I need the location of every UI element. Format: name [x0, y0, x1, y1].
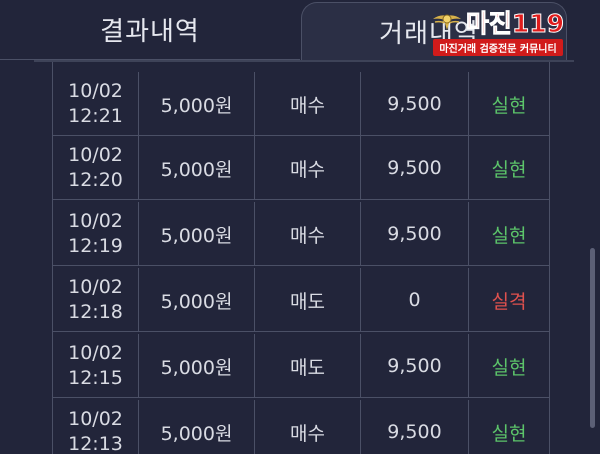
cell-datetime: 10/02 12:13 [53, 400, 139, 454]
cell-price: 0 [361, 268, 469, 332]
cell-amount: 5,000원 [139, 136, 255, 200]
cell-result: 실현 [491, 356, 527, 379]
cell-price: 9,500 [361, 334, 469, 398]
table-row[interactable]: 10/02 12:19 5,000원 매수 9,500 실현 [53, 202, 549, 266]
cell-time: 12:19 [68, 235, 123, 257]
table-row[interactable]: 10/02 12:21 5,000원 매수 9,500 실현 [53, 72, 549, 136]
cell-result: 실현 [491, 94, 527, 117]
cell-datetime: 10/02 12:20 [53, 136, 139, 200]
police-emblem-icon [432, 14, 461, 30]
cell-trade-type: 매수 [255, 202, 361, 266]
cell-date: 10/02 [68, 276, 123, 298]
cell-result: 실현 [491, 224, 527, 247]
cell-result: 실현 [491, 158, 527, 181]
cell-result: 실현 [491, 422, 527, 445]
cell-date: 10/02 [68, 210, 123, 232]
scrollbar-thumb[interactable] [590, 248, 595, 428]
cell-date: 10/02 [68, 144, 123, 166]
cell-time: 12:20 [68, 169, 123, 191]
cell-datetime: 10/02 12:15 [53, 334, 139, 398]
cell-time: 12:21 [68, 105, 123, 127]
cell-result: 실격 [491, 290, 527, 313]
cell-amount: 5,000원 [139, 334, 255, 398]
watermark-top: 마진119 [432, 6, 565, 39]
cell-price: 9,500 [361, 72, 469, 136]
tab-results[interactable]: 결과내역 [0, 0, 300, 60]
cell-date: 10/02 [68, 342, 123, 364]
cell-datetime: 10/02 12:19 [53, 202, 139, 266]
watermark-tagline: 마진거래 검증전문 커뮤니티 [433, 39, 563, 56]
trade-history-table: 10/02 12:21 5,000원 매수 9,500 실현 10/02 12:… [52, 62, 550, 454]
cell-time: 12:18 [68, 301, 123, 323]
cell-amount: 5,000원 [139, 268, 255, 332]
cell-price: 9,500 [361, 202, 469, 266]
cell-trade-type: 매수 [255, 136, 361, 200]
tab-results-label: 결과내역 [100, 17, 200, 47]
cell-amount: 5,000원 [139, 72, 255, 136]
cell-date: 10/02 [68, 80, 123, 102]
cell-price: 9,500 [361, 136, 469, 200]
cell-datetime: 10/02 12:18 [53, 268, 139, 332]
cell-datetime: 10/02 12:21 [53, 72, 139, 136]
cell-trade-type: 매수 [255, 72, 361, 136]
watermark-logo: 마진119 마진거래 검증전문 커뮤니티 [406, 6, 590, 56]
cell-trade-type: 매도 [255, 268, 361, 332]
cell-price: 9,500 [361, 400, 469, 454]
cell-amount: 5,000원 [139, 400, 255, 454]
watermark-brand: 마진119 [465, 9, 565, 39]
table-row[interactable]: 10/02 12:13 5,000원 매수 9,500 실현 [53, 400, 549, 454]
table-row[interactable]: 10/02 12:20 5,000원 매수 9,500 실현 [53, 136, 549, 200]
cell-time: 12:15 [68, 367, 123, 389]
cell-date: 10/02 [68, 408, 123, 430]
cell-trade-type: 매수 [255, 400, 361, 454]
cell-amount: 5,000원 [139, 202, 255, 266]
cell-time: 12:13 [68, 433, 123, 454]
cell-trade-type: 매도 [255, 334, 361, 398]
table-row[interactable]: 10/02 12:15 5,000원 매도 9,500 실현 [53, 334, 549, 398]
table-row[interactable]: 10/02 12:18 5,000원 매도 0 실격 [53, 268, 549, 332]
